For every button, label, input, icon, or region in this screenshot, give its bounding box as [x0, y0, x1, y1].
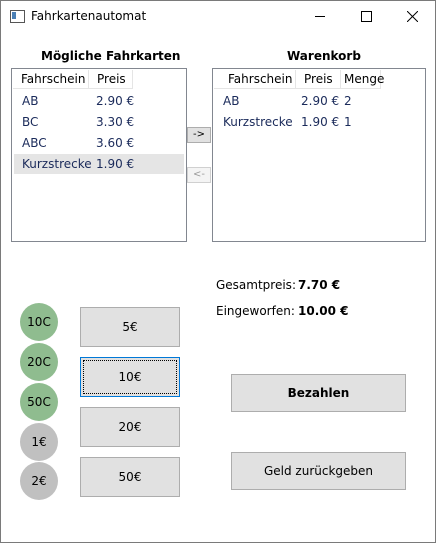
cart-ticket-name: AB [223, 94, 240, 108]
app-icon [10, 10, 25, 23]
coin-2-euro-button[interactable]: 2€ [20, 462, 58, 500]
cart-ticket-qty: 2 [344, 94, 352, 108]
app-window: Fahrkartenautomat Mögliche Fahrkarten Fa… [0, 0, 436, 543]
ticket-price: 1.90 € [96, 157, 135, 171]
minimize-icon [315, 16, 325, 17]
coin-20c-button[interactable]: 20C [20, 343, 58, 381]
inserted-value: 10.00 € [298, 304, 349, 318]
list-item[interactable]: Kurzstrecke 1.90 € 1 [215, 112, 423, 132]
list-item[interactable]: AB 2.90 € [14, 91, 184, 111]
ticket-name: AB [22, 94, 39, 108]
refund-button[interactable]: Geld zurückgeben [231, 452, 406, 490]
inserted-label: Eingeworfen: [216, 304, 295, 318]
note-5-euro-button[interactable]: 5€ [80, 307, 180, 347]
column-header-preis[interactable]: Preis [296, 70, 341, 89]
maximize-button[interactable] [343, 1, 389, 31]
add-to-cart-button[interactable]: -> [187, 127, 211, 143]
cart-ticket-name: Kurzstrecke [223, 115, 293, 129]
list-item[interactable]: BC 3.30 € [14, 112, 184, 132]
title-bar: Fahrkartenautomat [1, 1, 435, 31]
note-20-euro-button[interactable]: 20€ [80, 407, 180, 447]
total-value: 7.70 € [298, 278, 341, 292]
list-item[interactable]: ABC 3.60 € [14, 133, 184, 153]
available-header: Fahrschein Preis [13, 70, 133, 90]
maximize-icon [360, 10, 372, 22]
column-header-preis[interactable]: Preis [89, 70, 133, 89]
note-50-euro-button[interactable]: 50€ [80, 457, 180, 497]
column-header-fahrschein[interactable]: Fahrschein [13, 70, 89, 89]
cart-header: Fahrschein Preis Menge [214, 70, 384, 90]
ticket-name: ABC [22, 136, 47, 150]
list-item-selected[interactable]: Kurzstrecke 1.90 € [14, 154, 184, 174]
minimize-button[interactable] [297, 1, 343, 31]
cart-ticket-price: 2.90 € [301, 94, 340, 108]
column-header-menge[interactable]: Menge [341, 70, 384, 89]
ticket-name: BC [22, 115, 39, 129]
note-10-euro-button[interactable]: 10€ [80, 357, 180, 397]
total-label: Gesamtpreis: [216, 278, 296, 292]
cart-ticket-qty: 1 [344, 115, 352, 129]
close-button[interactable] [389, 1, 435, 31]
cart-title: Warenkorb [287, 49, 361, 63]
ticket-price: 3.60 € [96, 136, 135, 150]
window-title: Fahrkartenautomat [31, 9, 147, 23]
available-title: Mögliche Fahrkarten [41, 49, 181, 63]
cart-ticket-price: 1.90 € [301, 115, 340, 129]
coin-1-euro-button[interactable]: 1€ [20, 423, 58, 461]
ticket-price: 2.90 € [96, 94, 135, 108]
remove-from-cart-button[interactable]: <- [187, 167, 211, 183]
ticket-price: 3.30 € [96, 115, 135, 129]
list-item[interactable]: AB 2.90 € 2 [215, 91, 423, 111]
ticket-name: Kurzstrecke [22, 157, 92, 171]
available-list[interactable]: Fahrschein Preis AB 2.90 € BC 3.30 € ABC… [11, 68, 187, 242]
close-icon [406, 10, 418, 22]
pay-button[interactable]: Bezahlen [231, 374, 406, 412]
cart-list[interactable]: Fahrschein Preis Menge AB 2.90 € 2 Kurzs… [212, 68, 426, 242]
coin-10c-button[interactable]: 10C [20, 303, 58, 341]
column-header-fahrschein[interactable]: Fahrschein [214, 70, 296, 89]
coin-50c-button[interactable]: 50C [20, 383, 58, 421]
